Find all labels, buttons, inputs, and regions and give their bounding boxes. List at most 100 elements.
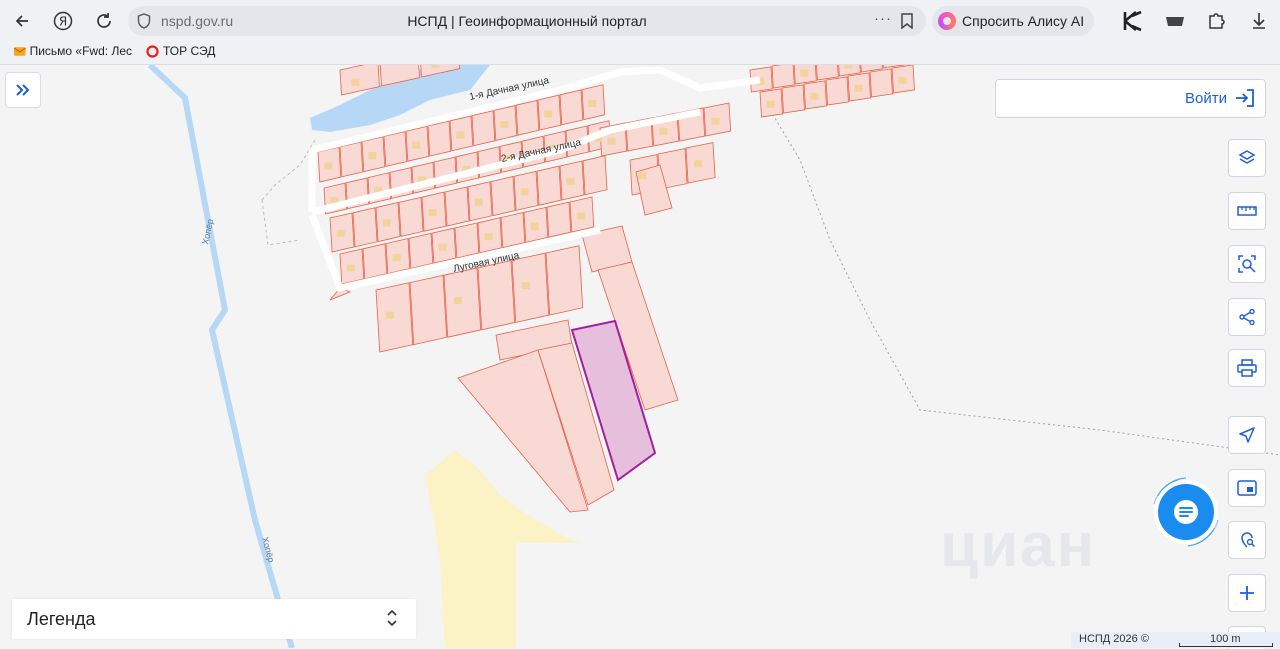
- bookmark-letter-label: Письмо «Fwd: Лес: [29, 44, 132, 58]
- chat-widget[interactable]: [1148, 474, 1224, 550]
- parcel[interactable]: [444, 186, 470, 227]
- layers-icon: [1238, 150, 1256, 164]
- address-bar[interactable]: nspd.gov.ru НСПД | Геоинформационный пор…: [128, 6, 926, 36]
- chat-button[interactable]: [1158, 484, 1214, 540]
- parcel[interactable]: [339, 141, 364, 178]
- building: [336, 229, 345, 237]
- expand-panel-button[interactable]: [5, 72, 41, 108]
- building: [576, 212, 585, 220]
- bookmark-icon[interactable]: [900, 13, 914, 29]
- parcel[interactable]: [362, 243, 388, 280]
- building: [711, 117, 720, 125]
- dashed-boundary: [769, 109, 1280, 456]
- parcel[interactable]: [471, 110, 496, 147]
- map-window-icon: [1237, 480, 1257, 496]
- parcel[interactable]: [409, 274, 448, 346]
- download-icon: [1253, 13, 1265, 29]
- parcel[interactable]: [398, 196, 424, 237]
- ask-alice-label: Спросить Алису AI: [962, 13, 1085, 29]
- location-search-icon: [1241, 532, 1255, 548]
- parcel[interactable]: [559, 89, 584, 126]
- share-icon: [1239, 308, 1255, 326]
- navigate-button[interactable]: [1228, 416, 1266, 454]
- parcel[interactable]: [546, 201, 572, 238]
- print-button[interactable]: [1228, 349, 1266, 387]
- extension-button[interactable]: [1122, 10, 1144, 32]
- downloads-button[interactable]: [1248, 10, 1270, 32]
- building: [346, 264, 355, 272]
- building: [351, 78, 360, 86]
- building: [382, 219, 391, 227]
- building: [474, 198, 483, 206]
- parcel[interactable]: [825, 76, 849, 106]
- parcel[interactable]: [511, 252, 550, 323]
- parcel[interactable]: [771, 65, 795, 89]
- ruler-button[interactable]: [1228, 192, 1266, 230]
- url-text: nspd.gov.ru: [161, 13, 234, 29]
- building: [800, 69, 809, 77]
- collections-button[interactable]: [1164, 10, 1186, 32]
- parcel[interactable]: [816, 65, 839, 81]
- shield-icon: [137, 13, 151, 29]
- parcel[interactable]: [500, 212, 526, 249]
- zoom-in-icon: [1240, 586, 1254, 600]
- building: [484, 233, 493, 241]
- building: [431, 65, 440, 68]
- navigate-icon: [1239, 427, 1255, 443]
- bookmark-tor-sed[interactable]: ТОР СЭД: [146, 44, 215, 58]
- parcel[interactable]: [443, 267, 482, 338]
- share-button[interactable]: [1228, 298, 1266, 336]
- building: [453, 296, 462, 304]
- scale-bar: [1179, 643, 1273, 647]
- parcel[interactable]: [869, 68, 893, 98]
- parcel[interactable]: [515, 99, 540, 136]
- back-button[interactable]: [9, 8, 35, 34]
- parcel[interactable]: [536, 165, 562, 206]
- yandex-logo-icon: Я: [53, 11, 73, 31]
- bookmark-tor-sed-label: ТОР СЭД: [163, 44, 216, 58]
- building: [438, 243, 447, 251]
- parcel[interactable]: [383, 131, 408, 167]
- parcel[interactable]: [781, 84, 805, 114]
- parcel[interactable]: [477, 260, 516, 331]
- map-attribution: НСПД 2026 © 100 m: [1071, 632, 1280, 648]
- parcel[interactable]: [408, 232, 434, 269]
- parcel[interactable]: [490, 176, 516, 217]
- extension-k-icon: [1123, 10, 1142, 32]
- parcel[interactable]: [545, 245, 584, 316]
- building: [544, 110, 553, 118]
- map-canvas[interactable]: 1-я Дачная улица 2-я Дачная улица Лугова…: [0, 65, 1280, 648]
- alice-icon: [938, 12, 956, 30]
- dashed-boundary: [261, 139, 316, 201]
- dashed-boundary: [261, 199, 301, 246]
- extensions-button[interactable]: [1206, 10, 1228, 32]
- building: [530, 222, 539, 230]
- area-search-button[interactable]: [1228, 245, 1266, 283]
- yandex-button[interactable]: Я: [50, 8, 76, 34]
- building: [638, 172, 647, 180]
- reload-icon: [97, 13, 111, 28]
- parcel[interactable]: [375, 282, 414, 353]
- tor-sed-icon: [146, 44, 159, 58]
- bookmark-letter[interactable]: Письмо «Fwd: Лес: [14, 44, 132, 58]
- svg-text:Я: Я: [59, 15, 67, 29]
- ask-alice-button[interactable]: Спросить Алису AI: [932, 6, 1094, 36]
- building: [898, 76, 907, 84]
- legend-panel[interactable]: Легенда: [12, 599, 416, 639]
- building: [844, 65, 853, 69]
- more-icon[interactable]: ···: [874, 10, 892, 27]
- building: [566, 177, 575, 185]
- zoom-in-button[interactable]: [1228, 574, 1266, 612]
- reload-button[interactable]: [91, 8, 117, 34]
- parcel[interactable]: [454, 222, 480, 259]
- parcel[interactable]: [582, 155, 608, 196]
- chat-icon: [1174, 500, 1198, 524]
- layers-button[interactable]: [1228, 139, 1266, 177]
- parcel[interactable]: [427, 120, 452, 157]
- location-search-button[interactable]: [1228, 521, 1266, 559]
- puzzle-icon: [1209, 13, 1225, 29]
- parcel[interactable]: [352, 207, 378, 248]
- map-window-button[interactable]: [1228, 469, 1266, 507]
- building: [412, 141, 421, 149]
- login-button[interactable]: Войти: [995, 79, 1266, 118]
